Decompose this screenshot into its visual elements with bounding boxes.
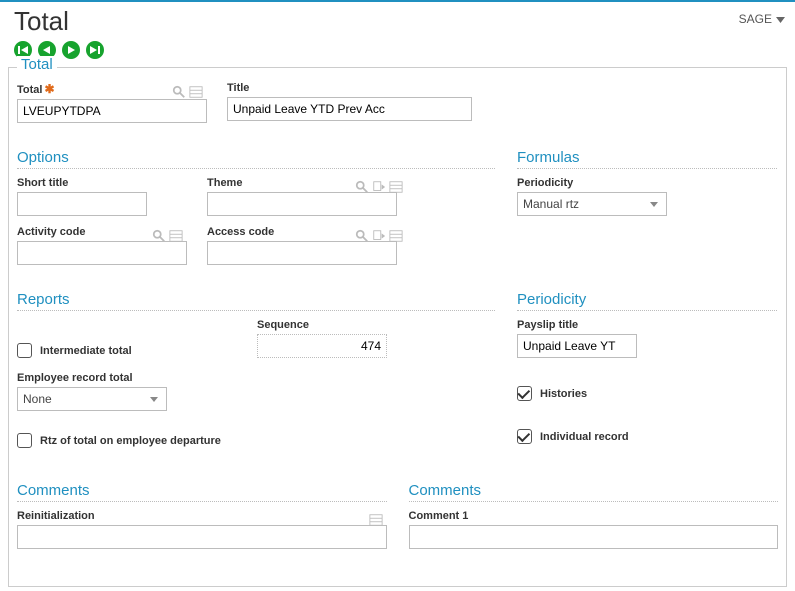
list-icon[interactable] [369, 513, 383, 527]
payslip-title-input[interactable] [517, 334, 637, 358]
formulas-heading: Formulas [517, 149, 777, 169]
title-label: Title [227, 82, 477, 94]
sequence-label: Sequence [257, 319, 407, 331]
comment1-input[interactable] [409, 525, 779, 549]
rtz-departure-label: Rtz of total on employee departure [40, 435, 221, 447]
intermediate-total-label: Intermediate total [40, 345, 132, 357]
page-title: Total [14, 6, 69, 37]
main-panel: Total Total✱ Title Options Short title [8, 67, 787, 587]
list-icon[interactable] [189, 85, 203, 99]
employee-record-total-label: Employee record total [17, 372, 495, 384]
comment1-label: Comment 1 [409, 510, 779, 522]
periodicity-heading: Periodicity [517, 291, 777, 311]
title-input[interactable] [227, 97, 472, 121]
action-icon[interactable] [372, 229, 386, 243]
histories-label: Histories [540, 388, 587, 400]
action-icon[interactable] [372, 180, 386, 194]
list-icon[interactable] [389, 229, 403, 243]
reports-heading: Reports [17, 291, 495, 311]
employee-record-total-select[interactable]: None [17, 387, 167, 411]
checkbox-icon [17, 343, 32, 358]
theme-input[interactable] [207, 192, 397, 216]
sage-menu[interactable]: SAGE [739, 6, 785, 26]
sage-label: SAGE [739, 12, 772, 26]
nav-next-button[interactable] [62, 41, 80, 59]
record-nav [0, 37, 795, 67]
checkbox-icon [517, 429, 532, 444]
reinitialization-input[interactable] [17, 525, 387, 549]
chevron-down-icon [776, 12, 785, 26]
list-icon[interactable] [389, 180, 403, 194]
required-icon: ✱ [44, 82, 54, 96]
formulas-periodicity-select[interactable]: Manual rtz [517, 192, 667, 216]
checkbox-icon [17, 433, 32, 448]
intermediate-total-checkbox[interactable]: Intermediate total [17, 343, 237, 358]
search-icon[interactable] [172, 85, 186, 99]
short-title-label: Short title [17, 177, 187, 189]
search-icon[interactable] [152, 229, 166, 243]
topbar: Total SAGE [0, 0, 795, 37]
comments-left-heading: Comments [17, 482, 387, 502]
payslip-title-label: Payslip title [517, 319, 777, 331]
individual-record-label: Individual record [540, 431, 629, 443]
formulas-periodicity-label: Periodicity [517, 177, 777, 189]
list-icon[interactable] [169, 229, 183, 243]
nav-last-button[interactable] [86, 41, 104, 59]
total-input[interactable] [17, 99, 207, 123]
short-title-input[interactable] [17, 192, 147, 216]
reinitialization-label: Reinitialization [17, 510, 387, 522]
individual-record-checkbox[interactable]: Individual record [517, 429, 777, 444]
checkbox-icon [517, 386, 532, 401]
panel-heading: Total [17, 56, 57, 73]
sequence-input[interactable] [257, 334, 387, 358]
access-code-input[interactable] [207, 241, 397, 265]
histories-checkbox[interactable]: Histories [517, 386, 777, 401]
comments-right-heading: Comments [409, 482, 779, 502]
options-heading: Options [17, 149, 495, 169]
activity-code-input[interactable] [17, 241, 187, 265]
rtz-departure-checkbox[interactable]: Rtz of total on employee departure [17, 433, 495, 448]
search-icon[interactable] [355, 180, 369, 194]
search-icon[interactable] [355, 229, 369, 243]
